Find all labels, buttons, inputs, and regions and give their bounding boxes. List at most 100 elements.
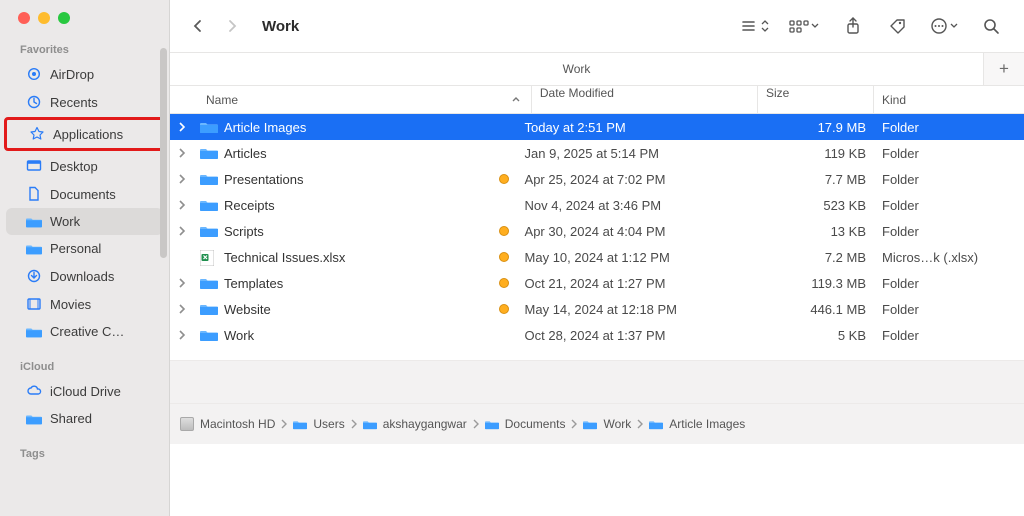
sidebar-item-shared[interactable]: Shared <box>6 405 163 432</box>
path-segment[interactable]: Article Images <box>649 417 745 431</box>
path-segment[interactable]: akshaygangwar <box>363 417 467 431</box>
sidebar-item-applications[interactable]: Applications <box>9 120 160 148</box>
sidebar-item-label: Personal <box>50 241 101 256</box>
back-button[interactable] <box>186 14 210 38</box>
file-kind: Folder <box>874 172 1024 187</box>
folder-icon <box>200 120 218 134</box>
sidebar-item-creative-cloud[interactable]: Creative C… <box>6 318 163 345</box>
sidebar-item-label: Desktop <box>50 159 98 174</box>
file-size: 446.1 MB <box>758 302 874 317</box>
sidebar-item-personal[interactable]: Personal <box>6 235 163 262</box>
sidebar-item-work[interactable]: Work <box>6 208 163 235</box>
airdrop-icon <box>26 66 42 82</box>
path-segment[interactable]: Work <box>583 417 631 431</box>
close-window-button[interactable] <box>18 12 30 24</box>
sidebar-item-movies[interactable]: Movies <box>6 290 163 318</box>
share-button[interactable] <box>836 14 870 38</box>
folder-icon <box>26 325 42 339</box>
path-separator-icon <box>637 419 643 429</box>
sidebar-item-icloud-drive[interactable]: iCloud Drive <box>6 377 163 405</box>
cloud-icon <box>26 383 42 399</box>
chevron-down-icon <box>811 23 819 29</box>
sidebar-section-favorites: Favorites <box>0 38 169 60</box>
movies-icon <box>26 296 42 312</box>
column-header-name[interactable]: Name <box>170 86 532 113</box>
column-headers: Name Date Modified Size Kind <box>170 86 1024 114</box>
group-by-button[interactable] <box>782 14 826 38</box>
action-menu-button[interactable] <box>924 14 964 38</box>
sidebar-item-desktop[interactable]: Desktop <box>6 152 163 180</box>
file-row[interactable]: ReceiptsNov 4, 2024 at 3:46 PM523 KBFold… <box>170 192 1024 218</box>
clock-icon <box>26 94 42 110</box>
file-row[interactable]: ScriptsApr 30, 2024 at 4:04 PM13 KBFolde… <box>170 218 1024 244</box>
file-row[interactable]: TemplatesOct 21, 2024 at 1:27 PM119.3 MB… <box>170 270 1024 296</box>
file-name: Scripts <box>224 224 264 239</box>
path-segment[interactable]: Documents <box>485 417 566 431</box>
xlsx-file-icon <box>200 250 218 264</box>
column-header-size[interactable]: Size <box>758 86 874 113</box>
tag-indicator-icon <box>499 278 509 288</box>
file-row[interactable]: WebsiteMay 14, 2024 at 12:18 PM446.1 MBF… <box>170 296 1024 322</box>
sidebar-item-label: Recents <box>50 95 98 110</box>
disclosure-chevron-icon[interactable] <box>178 148 194 158</box>
file-row[interactable]: PresentationsApr 25, 2024 at 7:02 PM7.7 … <box>170 166 1024 192</box>
path-label: Work <box>603 417 631 431</box>
disclosure-chevron-icon[interactable] <box>178 226 194 236</box>
sidebar-item-airdrop[interactable]: AirDrop <box>6 60 163 88</box>
column-header-kind[interactable]: Kind <box>874 93 1024 107</box>
file-name: Articles <box>224 146 267 161</box>
forward-button[interactable] <box>220 14 244 38</box>
file-name: Receipts <box>224 198 275 213</box>
path-separator-icon <box>281 419 287 429</box>
file-list: Article ImagesToday at 2:51 PM17.9 MBFol… <box>170 114 1024 348</box>
sidebar-item-label: Movies <box>50 297 91 312</box>
search-button[interactable] <box>974 14 1008 38</box>
zoom-window-button[interactable] <box>58 12 70 24</box>
file-date: May 14, 2024 at 12:18 PM <box>517 302 758 317</box>
sidebar-item-downloads[interactable]: Downloads <box>6 262 163 290</box>
file-size: 5 KB <box>758 328 874 343</box>
desktop-icon <box>26 158 42 174</box>
sidebar-item-label: Work <box>50 214 80 229</box>
file-row[interactable]: Technical Issues.xlsxMay 10, 2024 at 1:1… <box>170 244 1024 270</box>
tab-work[interactable]: Work <box>170 53 984 85</box>
new-tab-button[interactable]: + <box>984 53 1024 85</box>
disclosure-chevron-icon[interactable] <box>178 200 194 210</box>
folder-icon <box>583 419 597 430</box>
path-segment[interactable]: Users <box>293 417 344 431</box>
view-mode-button[interactable] <box>738 14 772 38</box>
minimize-window-button[interactable] <box>38 12 50 24</box>
file-date: Oct 28, 2024 at 1:37 PM <box>517 328 758 343</box>
column-header-label: Size <box>766 86 789 100</box>
column-header-date[interactable]: Date Modified <box>532 86 758 113</box>
sidebar-scrollbar[interactable] <box>160 48 167 258</box>
disclosure-chevron-icon[interactable] <box>178 330 194 340</box>
file-date: Apr 25, 2024 at 7:02 PM <box>517 172 758 187</box>
sidebar-item-documents[interactable]: Documents <box>6 180 163 208</box>
file-date: Oct 21, 2024 at 1:27 PM <box>517 276 758 291</box>
file-name: Templates <box>224 276 283 291</box>
disclosure-chevron-icon[interactable] <box>178 174 194 184</box>
file-name: Work <box>224 328 254 343</box>
tags-button[interactable] <box>880 14 914 38</box>
file-name: Presentations <box>224 172 304 187</box>
path-segment[interactable]: Macintosh HD <box>180 417 275 431</box>
file-kind: Folder <box>874 302 1024 317</box>
tag-indicator-icon <box>499 252 509 262</box>
sidebar-item-recents[interactable]: Recents <box>6 88 163 116</box>
folder-icon <box>200 276 218 290</box>
disk-icon <box>180 417 194 431</box>
file-row[interactable]: WorkOct 28, 2024 at 1:37 PM5 KBFolder <box>170 322 1024 348</box>
shared-icon <box>26 412 42 426</box>
folder-icon <box>293 419 307 430</box>
file-date: May 10, 2024 at 1:12 PM <box>517 250 758 265</box>
disclosure-chevron-icon[interactable] <box>178 304 194 314</box>
file-row[interactable]: ArticlesJan 9, 2025 at 5:14 PM119 KBFold… <box>170 140 1024 166</box>
file-kind: Micros…k (.xlsx) <box>874 250 1024 265</box>
path-label: Documents <box>505 417 566 431</box>
disclosure-chevron-icon[interactable] <box>178 278 194 288</box>
sidebar-item-label: Downloads <box>50 269 114 284</box>
disclosure-chevron-icon[interactable] <box>178 122 194 132</box>
file-row[interactable]: Article ImagesToday at 2:51 PM17.9 MBFol… <box>170 114 1024 140</box>
applications-icon <box>29 126 45 142</box>
